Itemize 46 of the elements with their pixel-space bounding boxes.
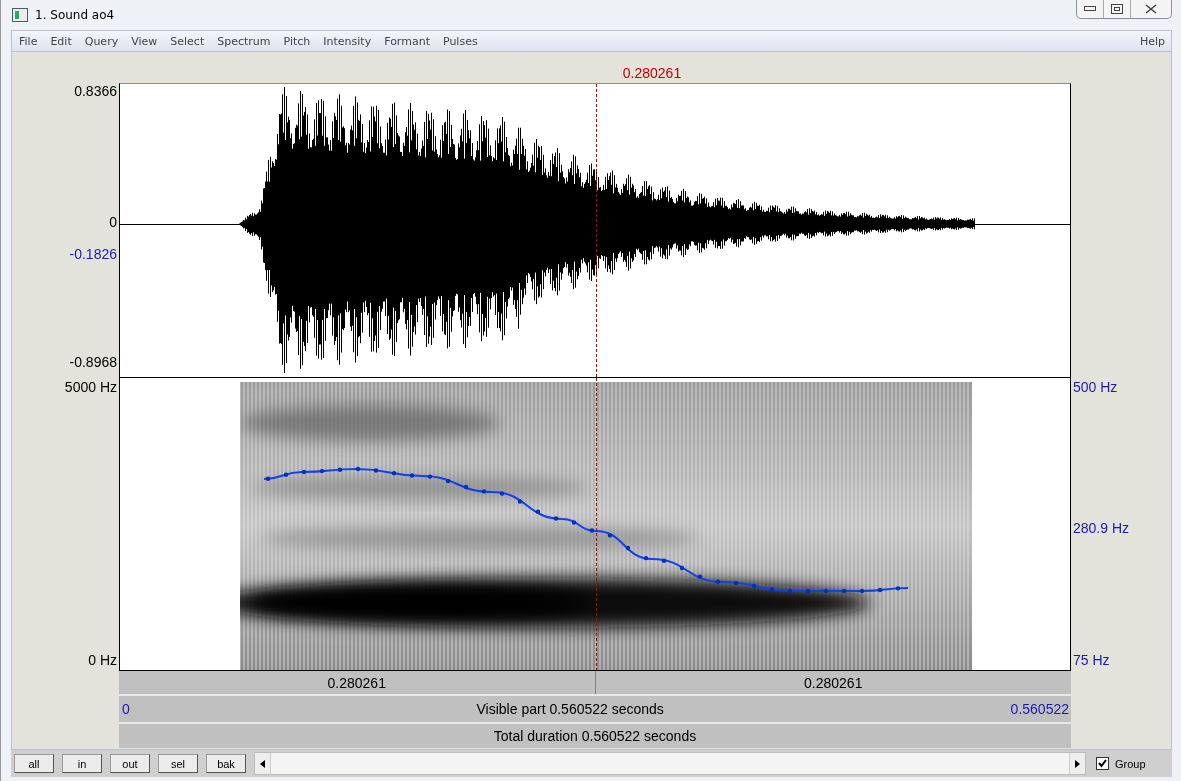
zoom-button[interactable]: all <box>14 754 54 773</box>
group-checkbox[interactable] <box>1096 757 1109 770</box>
pitch-max-label: 500 Hz <box>1073 379 1118 395</box>
menu-item[interactable]: Formant <box>377 34 436 48</box>
pitch-min-label: 75 Hz <box>1073 652 1110 668</box>
menu-item[interactable]: Query <box>77 34 125 48</box>
right-arrow-icon <box>1075 759 1080 768</box>
visible-part-bar[interactable]: 0 Visible part 0.560522 seconds 0.560522 <box>119 696 1071 724</box>
close-icon <box>1145 4 1157 14</box>
amplitude-min-label: -0.8968 <box>69 354 117 370</box>
time-segment[interactable]: 0.280261 <box>595 674 1071 691</box>
group-label: Group <box>1115 757 1146 770</box>
menu-item[interactable]: Pitch <box>276 34 317 48</box>
horizontal-scrollbar[interactable] <box>254 752 1086 775</box>
menu-item[interactable]: Select <box>163 34 211 48</box>
total-duration-label: Total duration 0.560522 seconds <box>493 728 697 744</box>
cursor-time: 0.280261 <box>622 65 682 81</box>
help-menu[interactable]: Help <box>1132 34 1171 48</box>
minimize-icon <box>1084 6 1096 12</box>
amplitude-zero-label: 0 <box>109 214 117 230</box>
frequency-max-label: 5000 Hz <box>64 379 117 395</box>
zoom-button[interactable]: out <box>110 754 150 773</box>
amplitude-max-label: 0.8366 <box>74 83 117 99</box>
total-duration-bar[interactable]: Total duration 0.560522 seconds <box>119 724 1071 748</box>
maximize-icon <box>1111 4 1123 14</box>
window-title: 1. Sound ao4 <box>35 8 115 22</box>
zoom-button[interactable]: bak <box>206 754 246 773</box>
visible-part-label: Visible part 0.560522 seconds <box>475 701 665 717</box>
visible-start-time: 0 <box>122 701 130 717</box>
frequency-min-label: 0 Hz <box>88 652 117 668</box>
time-segment[interactable]: 0.280261 <box>119 671 596 694</box>
zoom-button[interactable]: sel <box>158 754 198 773</box>
menu-item[interactable]: Spectrum <box>210 34 277 48</box>
app-icon <box>12 8 28 22</box>
menu-item[interactable]: View <box>124 34 164 48</box>
cursor-pitch-label: 280.9 Hz <box>1073 520 1130 536</box>
cursor-amplitude-label: -0.1826 <box>69 246 117 262</box>
menu-item[interactable]: File <box>12 34 44 48</box>
menu-item[interactable]: Pulses <box>435 34 484 48</box>
scroll-left-button[interactable] <box>255 753 271 774</box>
zoom-button[interactable]: in <box>62 754 102 773</box>
menu-item[interactable]: Intensity <box>316 34 378 48</box>
scroll-right-button[interactable] <box>1069 753 1085 774</box>
left-arrow-icon <box>260 759 265 768</box>
visible-end-time: 0.560522 <box>1010 701 1069 717</box>
menu-item[interactable]: Edit <box>43 34 78 48</box>
